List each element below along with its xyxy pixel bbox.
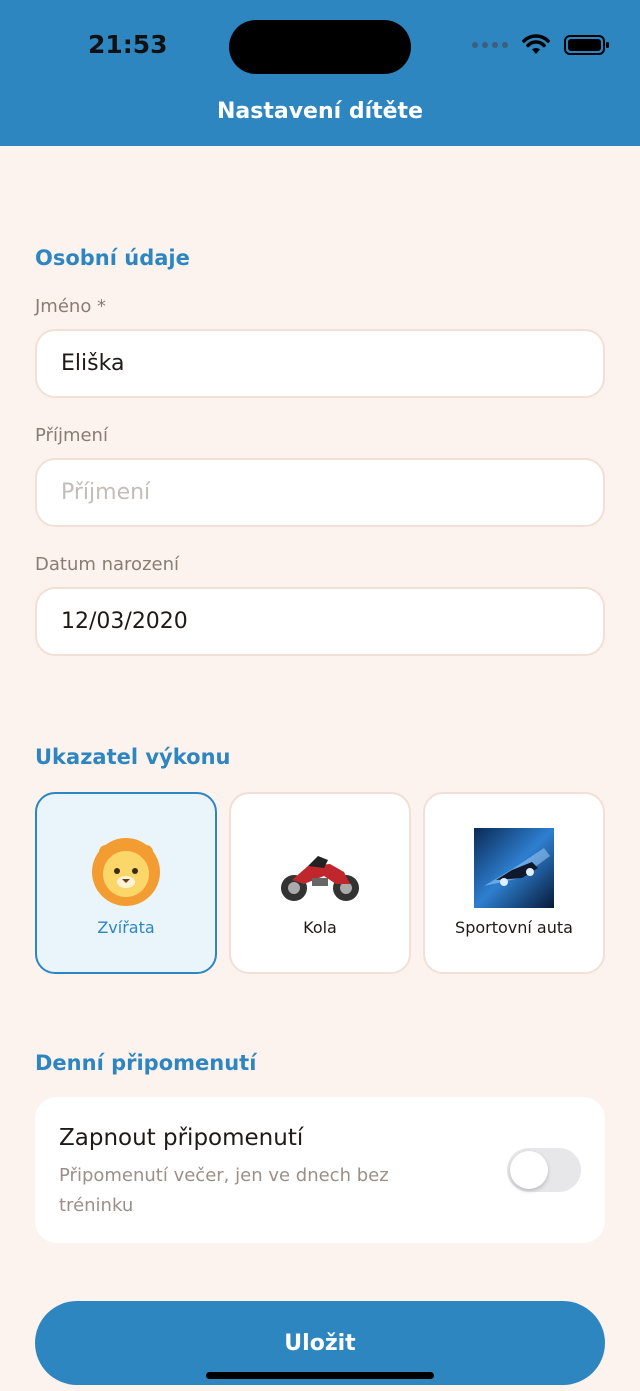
reminder-section-title: Denní připomenutí xyxy=(35,1051,257,1075)
first-name-label: Jméno * xyxy=(35,296,107,317)
dynamic-island xyxy=(229,20,411,74)
option-sports-cars[interactable]: Sportovní auta xyxy=(423,792,605,974)
birth-date-label: Datum narození xyxy=(35,554,179,575)
option-bikes[interactable]: Kola xyxy=(229,792,411,974)
option-animals[interactable]: Zvířata xyxy=(35,792,217,974)
motorcycle-icon xyxy=(281,856,359,901)
reminder-card: Zapnout připomenutí Připomenutí večer, j… xyxy=(35,1097,605,1243)
sports-car-icon xyxy=(474,828,554,908)
last-name-input[interactable]: Příjmení xyxy=(35,458,605,527)
page-title: Nastavení dítěte xyxy=(216,99,423,124)
lion-icon xyxy=(92,838,160,906)
reminder-subtitle: Připomenutí večer, jen ve dnech bez trén… xyxy=(59,1165,389,1216)
performance-section-title: Ukazatel výkonu xyxy=(35,745,231,769)
status-time: 21:53 xyxy=(88,30,168,59)
status-icons xyxy=(472,34,610,56)
app-header: 21:53 Nastavení dítěte xyxy=(0,0,640,146)
toggle-knob xyxy=(510,1151,548,1189)
first-name-input[interactable]: Eliška xyxy=(35,329,605,398)
last-name-label: Příjmení xyxy=(35,425,108,446)
wifi-icon xyxy=(522,34,550,54)
birth-date-input[interactable]: 12/03/2020 xyxy=(35,587,605,656)
reminder-title: Zapnout připomenutí xyxy=(59,1125,304,1151)
cellular-signal-icon xyxy=(472,42,508,48)
option-sports-cars-label: Sportovní auta xyxy=(455,918,573,937)
home-indicator xyxy=(206,1372,434,1379)
battery-icon xyxy=(564,35,609,55)
personal-section-title: Osobní údaje xyxy=(35,246,190,270)
option-bikes-label: Kola xyxy=(303,918,337,937)
option-animals-label: Zvířata xyxy=(97,918,155,937)
reminder-toggle[interactable] xyxy=(507,1148,581,1192)
